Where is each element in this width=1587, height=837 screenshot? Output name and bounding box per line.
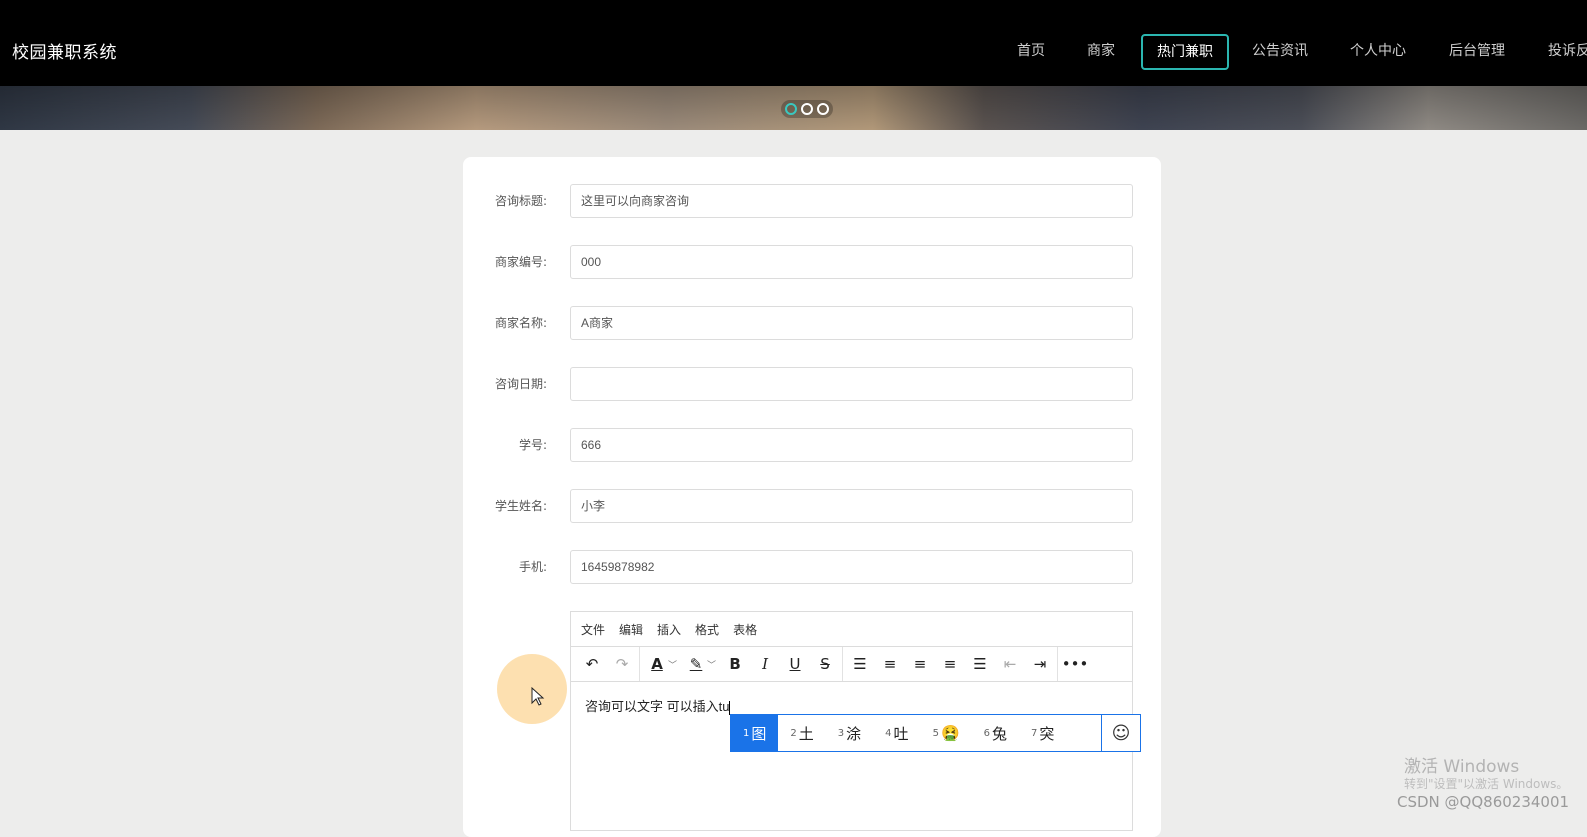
ime-candidate[interactable]: 1图: [731, 715, 779, 751]
merchant-name-input[interactable]: A商家: [570, 306, 1133, 340]
student-no-input[interactable]: 666: [570, 428, 1133, 462]
phone-input[interactable]: 16459878982: [570, 550, 1133, 584]
merchant-name-label: 商家名称:: [494, 316, 547, 330]
chevron-down-icon[interactable]: ﹀: [707, 658, 716, 671]
nav-item-announcements[interactable]: 公告资讯: [1238, 34, 1322, 70]
undo-icon[interactable]: ↶: [577, 650, 607, 678]
phone-label: 手机:: [518, 560, 547, 574]
nav-item-admin[interactable]: 后台管理: [1435, 34, 1519, 70]
nav-item-complaints[interactable]: 投诉反: [1534, 34, 1587, 70]
chevron-down-icon[interactable]: ﹀: [668, 658, 677, 671]
student-name-label: 学生姓名:: [494, 499, 547, 513]
indent-icon[interactable]: ⇥: [1025, 650, 1055, 678]
csdn-watermark: CSDN @QQ860234001: [1397, 793, 1570, 811]
nav-item-personal-center[interactable]: 个人中心: [1336, 34, 1420, 70]
emoji-icon[interactable]: ☺: [1101, 715, 1140, 751]
nav-item-home[interactable]: 首页: [1003, 34, 1059, 70]
menu-table[interactable]: 表格: [733, 621, 757, 638]
menu-edit[interactable]: 编辑: [619, 621, 643, 638]
menu-insert[interactable]: 插入: [657, 621, 681, 638]
carousel-dot[interactable]: [817, 103, 829, 115]
ime-candidate[interactable]: 7突: [1019, 715, 1066, 751]
align-center-icon[interactable]: ≡: [905, 650, 935, 678]
date-label: 咨询日期:: [494, 377, 547, 391]
nav-item-merchants[interactable]: 商家: [1073, 34, 1129, 70]
nav-item-hot-jobs[interactable]: 热门兼职: [1141, 34, 1229, 70]
carousel-dot[interactable]: [785, 103, 797, 115]
align-left-icon[interactable]: ≡: [875, 650, 905, 678]
toolbar-divider: [1057, 647, 1059, 681]
date-input[interactable]: [570, 367, 1133, 401]
toolbar-divider: [639, 647, 640, 681]
ime-candidate[interactable]: 5 🤮: [921, 715, 972, 751]
editor-menubar: 文件 编辑 插入 格式 表格: [571, 612, 1132, 647]
bold-icon[interactable]: B: [720, 650, 750, 678]
top-navbar: 校园兼职系统 首页 商家 热门兼职 公告资讯 个人中心 后台管理 投诉反: [0, 0, 1587, 86]
editor-toolbar: ↶ ↷ A ﹀ ✎ ﹀ B I U S ☰ ≡ ≡ ≡ ☰ ⇤ ⇥ •••: [571, 647, 1132, 682]
title-input[interactable]: 这里可以向商家咨询: [570, 184, 1133, 218]
outdent-icon[interactable]: ⇤: [995, 650, 1025, 678]
editor-text: 咨询可以文字 可以插入tu: [585, 699, 730, 714]
student-name-input[interactable]: 小李: [570, 489, 1133, 523]
carousel-dot[interactable]: [801, 103, 813, 115]
italic-icon[interactable]: I: [750, 650, 780, 678]
text-cursor: [729, 700, 731, 715]
menu-file[interactable]: 文件: [581, 621, 605, 638]
align-right-icon[interactable]: ≡: [935, 650, 965, 678]
menu-format[interactable]: 格式: [695, 621, 719, 638]
mouse-pointer-icon: [531, 687, 545, 706]
ime-candidate[interactable]: 2土: [778, 715, 825, 751]
title-label: 咨询标题:: [494, 194, 547, 208]
windows-activation-title: 激活 Windows: [1404, 757, 1520, 777]
carousel-indicators: [781, 100, 833, 118]
line-height-icon[interactable]: ☰: [845, 650, 875, 678]
more-icon[interactable]: •••: [1060, 650, 1090, 678]
site-title[interactable]: 校园兼职系统: [12, 38, 117, 63]
toolbar-divider: [842, 647, 844, 681]
merchant-no-label: 商家编号:: [494, 255, 547, 269]
merchant-no-input[interactable]: 000: [570, 245, 1133, 279]
ime-candidate[interactable]: 6兔: [972, 715, 1019, 751]
ime-candidate-bar: 1图 2土 3涂 4吐 5 🤮 6兔 7突 ☺: [730, 714, 1141, 752]
strikethrough-icon[interactable]: S: [810, 650, 840, 678]
ime-candidate[interactable]: 3涂: [826, 715, 873, 751]
redo-icon[interactable]: ↷: [607, 650, 637, 678]
align-justify-icon[interactable]: ☰: [965, 650, 995, 678]
student-no-label: 学号:: [518, 438, 547, 452]
windows-activation-hint: 转到"设置"以激活 Windows。: [1404, 777, 1569, 791]
ime-candidate[interactable]: 4吐: [873, 715, 920, 751]
underline-icon[interactable]: U: [780, 650, 810, 678]
